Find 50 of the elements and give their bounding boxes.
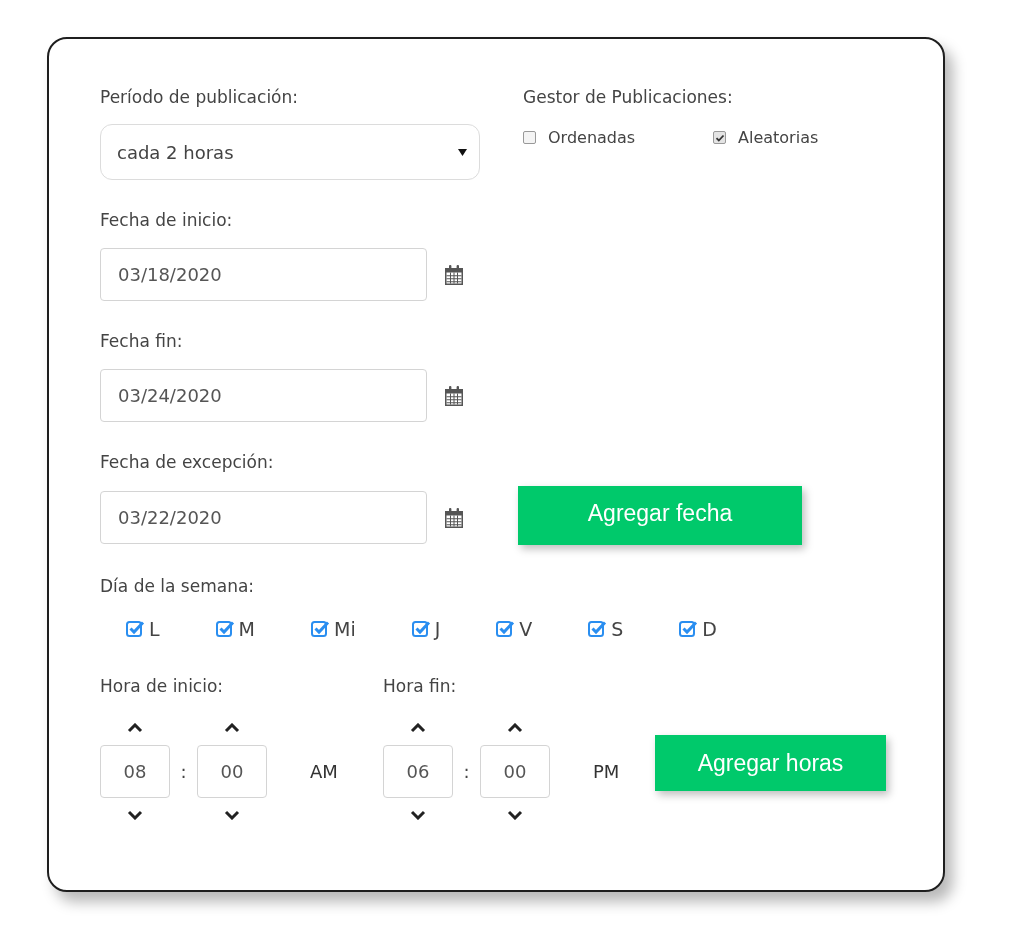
field-label: Fecha de excepción:	[100, 451, 275, 474]
chevron-up-icon[interactable]	[507, 723, 523, 733]
checkbox[interactable]	[496, 620, 517, 638]
chevron-down-icon[interactable]	[507, 810, 523, 820]
field-label: Fecha fin:	[100, 330, 184, 353]
weekday-checkbox[interactable]: L	[126, 618, 160, 640]
weekday-checkbox[interactable]: J	[411, 618, 441, 640]
weekday-checkbox[interactable]: Mi	[311, 618, 356, 640]
chevron-down-icon[interactable]	[410, 810, 426, 820]
field-label: Hora fin:	[383, 675, 458, 698]
field-label: Hora de inicio:	[100, 675, 225, 698]
calendar-icon[interactable]	[444, 507, 464, 528]
date-input[interactable]: 03/18/2020	[100, 248, 427, 301]
hour-input[interactable]: 08	[100, 745, 170, 798]
weekday-checkbox[interactable]: M	[215, 618, 255, 640]
checkbox-option[interactable]: Ordenadas	[523, 128, 713, 147]
field-label: Período de publicación:	[100, 86, 299, 109]
checkbox[interactable]	[523, 131, 536, 144]
checkbox[interactable]	[713, 131, 726, 144]
meridian-toggle[interactable]: AM	[310, 761, 338, 782]
checkbox[interactable]	[411, 620, 432, 638]
checkbox[interactable]	[588, 620, 609, 638]
chevron-up-icon[interactable]	[224, 723, 240, 733]
chevron-up-icon[interactable]	[410, 723, 426, 733]
period-select[interactable]: cada 2 horas	[100, 124, 480, 180]
checkbox[interactable]	[215, 620, 236, 638]
caret-icon	[458, 148, 467, 156]
checkbox[interactable]	[311, 620, 331, 638]
field-label: Gestor de Publicaciones:	[523, 86, 734, 109]
chevron-up-icon[interactable]	[127, 723, 143, 733]
checkbox[interactable]	[679, 620, 700, 638]
weekday-checkbox[interactable]: D	[679, 618, 717, 640]
checkbox[interactable]	[126, 620, 146, 638]
time-separator: :	[462, 761, 471, 782]
chevron-down-icon[interactable]	[127, 810, 143, 820]
chevron-down-icon[interactable]	[224, 810, 240, 820]
field-label: Fecha de inicio:	[100, 209, 234, 232]
date-input[interactable]: 03/22/2020	[100, 491, 427, 544]
calendar-icon[interactable]	[444, 264, 464, 285]
weekday-checkbox[interactable]: V	[496, 618, 533, 640]
checkbox-option[interactable]: Aleatorias	[713, 128, 903, 147]
field-label: Día de la semana:	[100, 575, 256, 598]
calendar-icon[interactable]	[444, 385, 464, 406]
hour-input[interactable]: 06	[383, 745, 453, 798]
time-separator: :	[179, 761, 188, 782]
date-input[interactable]: 03/24/2020	[100, 369, 427, 422]
weekday-checkbox[interactable]: S	[588, 618, 624, 640]
minute-input[interactable]: 00	[197, 745, 267, 798]
minute-input[interactable]: 00	[480, 745, 550, 798]
meridian-toggle[interactable]: PM	[593, 761, 620, 782]
